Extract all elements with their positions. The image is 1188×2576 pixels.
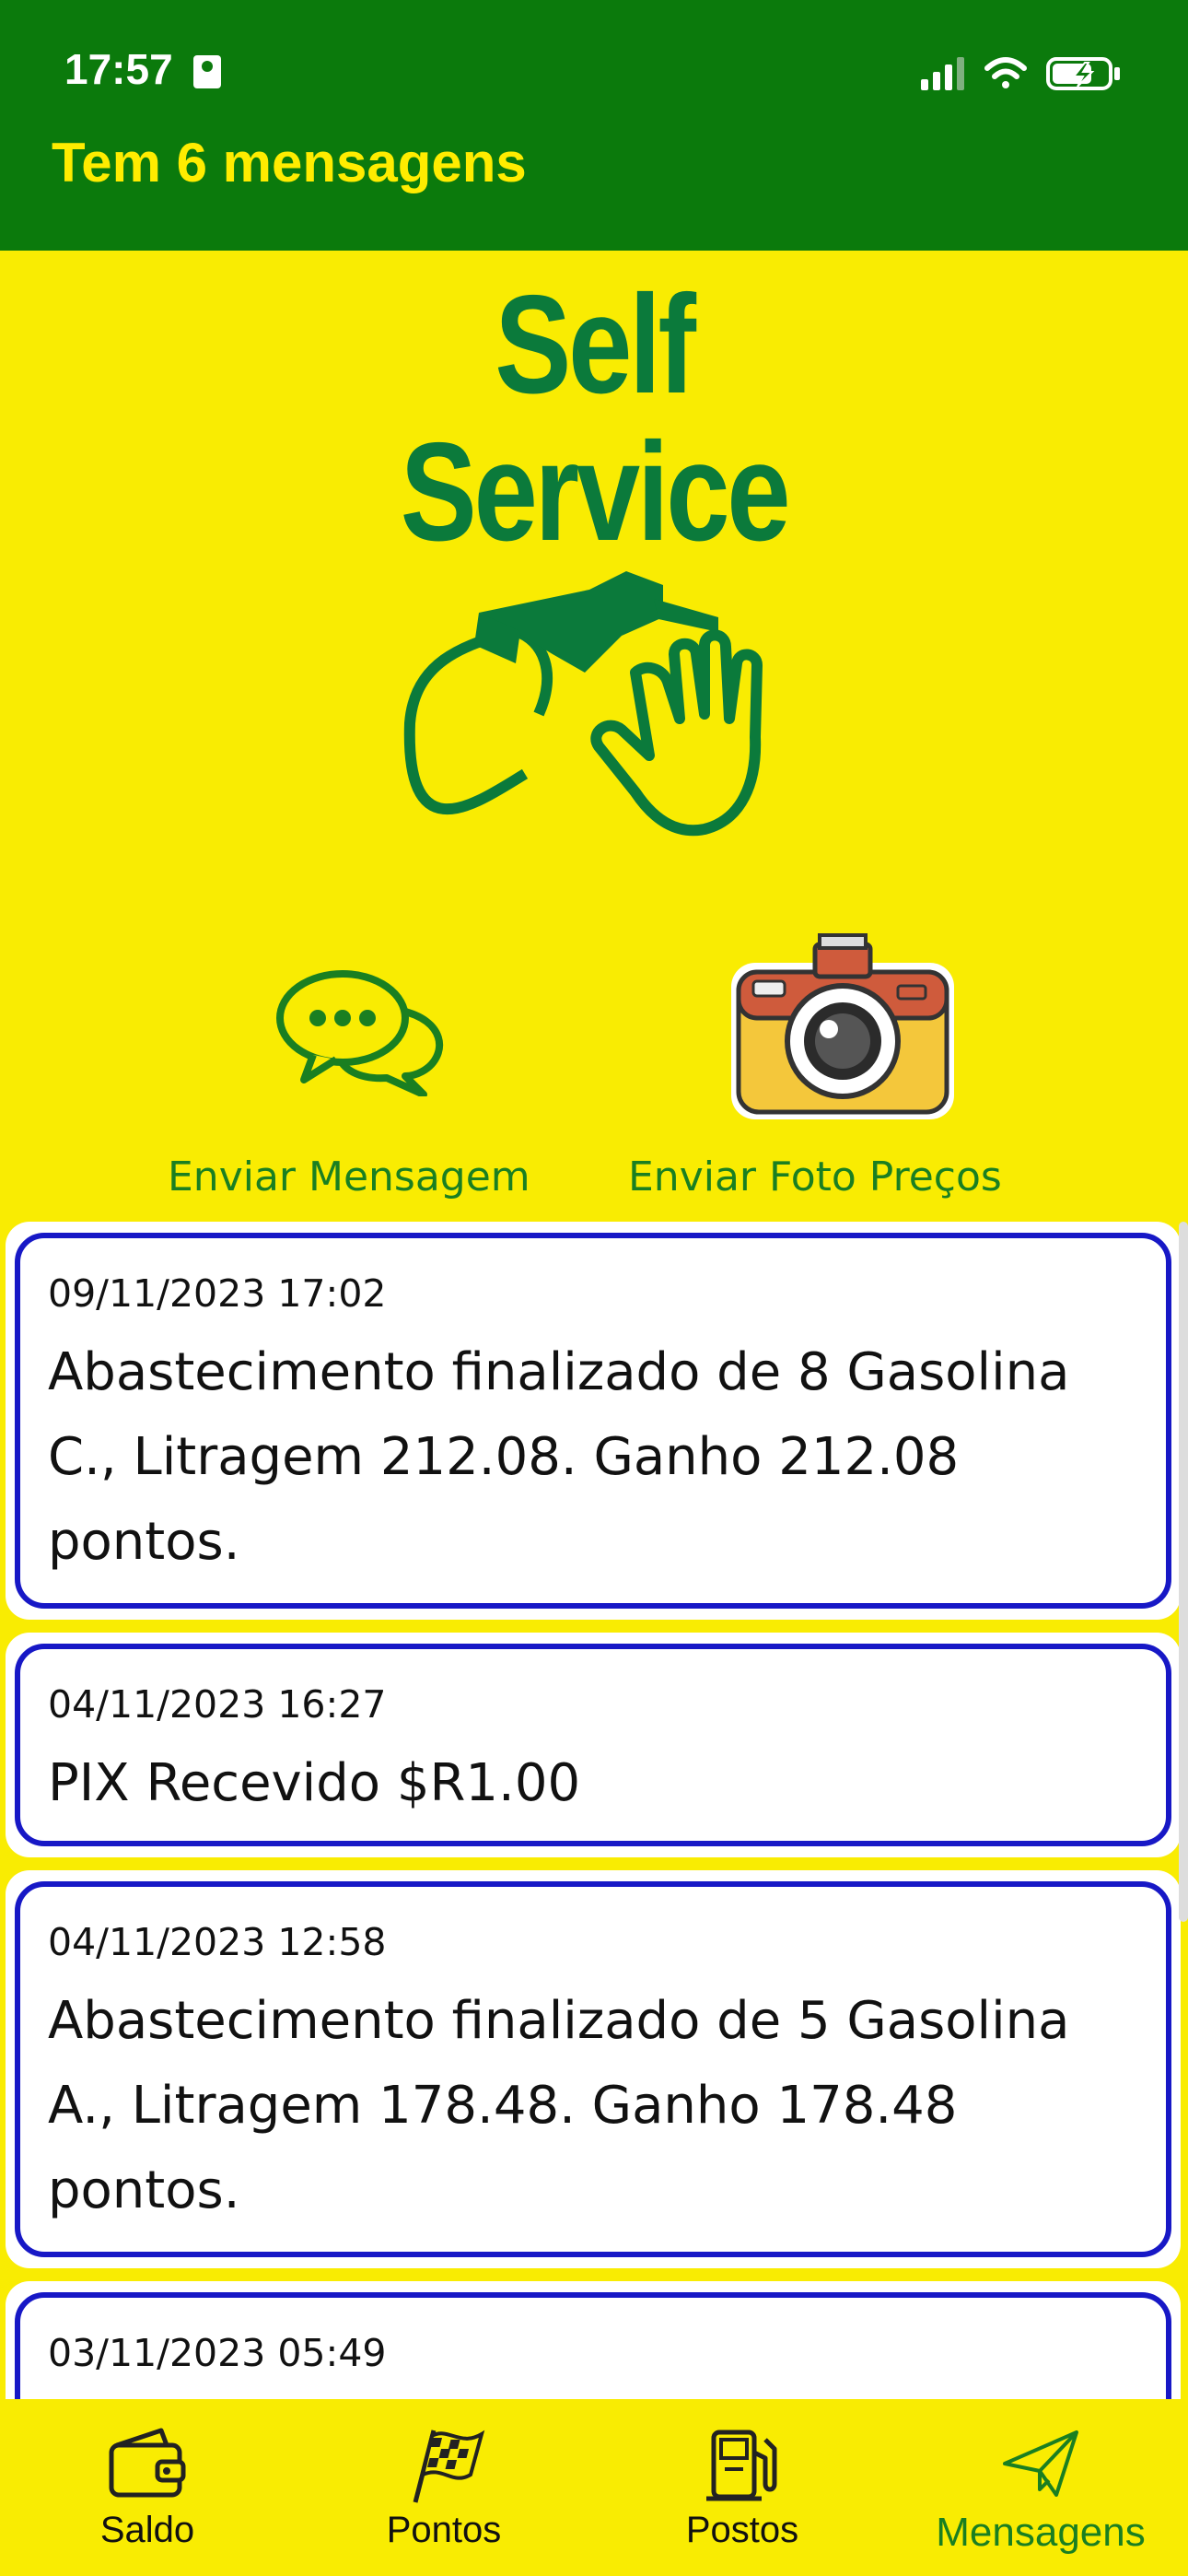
message-item[interactable]: 04/11/2023 16:27 PIX Recevido $R1.00 <box>6 1633 1181 1857</box>
status-icons <box>921 57 1120 90</box>
self-service-logo: Self Service <box>276 258 912 903</box>
message-date: 03/11/2023 05:49 <box>48 2331 387 2375</box>
fuel-nozzle-hand-icon <box>403 571 763 837</box>
nav-tab-mensagens[interactable]: Mensagens <box>921 2399 1160 2576</box>
fuel-pump-icon <box>706 2430 777 2501</box>
nav-tab-postos[interactable]: Postos <box>650 2399 834 2576</box>
signal-icon <box>921 57 964 90</box>
message-date: 09/11/2023 17:02 <box>48 1271 387 1316</box>
camera-icon[interactable] <box>728 926 958 1124</box>
status-time: 17:57 <box>64 45 173 93</box>
message-text: Abastecimento finalizado de 5 Gasolina A… <box>48 1991 1070 2220</box>
message-text: PIX Recevido $R1.00 <box>48 1753 581 1813</box>
wifi-icon <box>984 57 1027 88</box>
person-badge-icon <box>193 55 221 88</box>
message-date: 04/11/2023 12:58 <box>48 1920 387 1964</box>
scrollbar[interactable] <box>1179 1222 1188 1922</box>
message-item[interactable]: 04/11/2023 12:58 Abastecimento finalizad… <box>6 1870 1181 2268</box>
app-header: 17:57 Tem 6 mensagens <box>0 0 1188 251</box>
message-card: 04/11/2023 12:58 Abastecimento finalizad… <box>15 1881 1171 2257</box>
checkered-flag-icon <box>413 2430 485 2503</box>
message-item[interactable]: 03/11/2023 05:49 <box>6 2281 1181 2399</box>
message-card: 03/11/2023 05:49 <box>15 2292 1171 2399</box>
nav-tab-saldo[interactable]: Saldo <box>55 2399 239 2576</box>
message-item[interactable]: 09/11/2023 17:02 Abastecimento finalizad… <box>6 1222 1181 1620</box>
nav-tab-pontos[interactable]: Pontos <box>352 2399 536 2576</box>
nav-label: Saldo <box>99 2510 195 2550</box>
message-card: 04/11/2023 16:27 PIX Recevido $R1.00 <box>15 1644 1171 1846</box>
bottom-navigation: Saldo Pontos Postos Mensagens <box>0 2399 1188 2576</box>
chat-bubbles-icon[interactable] <box>276 967 451 1096</box>
messages-list[interactable]: 09/11/2023 17:02 Abastecimento finalizad… <box>0 1222 1188 2399</box>
header-title: Tem 6 mensagens <box>52 132 527 193</box>
send-price-photo-button[interactable]: Enviar Foto Preços <box>628 1153 1002 1200</box>
logo-line-1: Self <box>495 266 696 423</box>
logo-line-2: Service <box>400 414 791 570</box>
message-card: 09/11/2023 17:02 Abastecimento finalizad… <box>15 1233 1171 1609</box>
nav-label: Postos <box>685 2510 799 2550</box>
nav-label: Pontos <box>386 2510 502 2550</box>
nav-label: Mensagens <box>936 2510 1146 2555</box>
battery-charging-icon <box>1046 57 1120 90</box>
message-date: 04/11/2023 16:27 <box>48 1682 387 1727</box>
paper-plane-icon <box>1003 2430 1078 2497</box>
wallet-icon <box>109 2428 186 2498</box>
send-message-button[interactable]: Enviar Mensagem <box>168 1153 530 1200</box>
message-text: Abastecimento finalizado de 8 Gasolina C… <box>48 1342 1070 1572</box>
